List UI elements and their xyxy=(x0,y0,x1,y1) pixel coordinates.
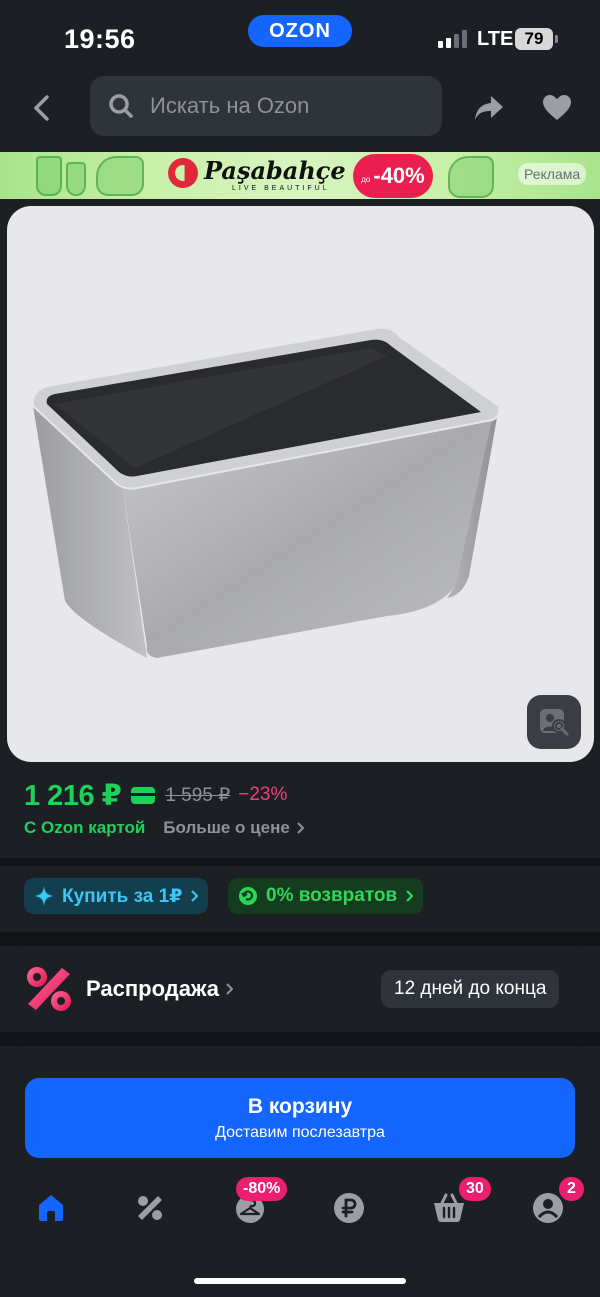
image-search-icon xyxy=(540,709,569,736)
home-indicator[interactable] xyxy=(194,1278,406,1284)
search-icon xyxy=(108,93,134,119)
glass-decoration xyxy=(36,156,62,196)
chevron-right-icon xyxy=(226,983,234,995)
visual-search-button[interactable] xyxy=(527,695,581,749)
back-button[interactable] xyxy=(24,90,60,126)
price-row: 1 216 ₽ 1 595 ₽ −23% xyxy=(24,778,287,812)
section-divider xyxy=(0,932,600,946)
section-divider xyxy=(0,858,600,866)
ad-brand-name: Paşabahçe xyxy=(204,156,346,185)
search-placeholder: Искать на Ozon xyxy=(150,93,310,118)
buy-for-1-ruble-chip[interactable]: Купить за 1₽ xyxy=(24,878,209,914)
basket-icon xyxy=(434,1193,464,1222)
share-icon xyxy=(475,96,503,120)
ad-brand-tagline: LIVE BEAUTIFUL xyxy=(232,185,330,192)
tab-finance[interactable] xyxy=(331,1190,367,1226)
ad-discount-value: -40% xyxy=(373,163,425,188)
add-to-cart-button[interactable]: В корзину Доставим послезавтра xyxy=(25,1078,575,1158)
percent-icon xyxy=(27,967,71,1011)
home-icon xyxy=(39,1195,63,1221)
chevron-right-icon xyxy=(191,890,199,902)
sale-section[interactable]: Распродажа 12 дней до конца xyxy=(0,946,600,1032)
discount-percent: −23% xyxy=(238,784,288,805)
clock: 19:56 xyxy=(64,24,136,54)
more-about-price-link[interactable]: Больше о цене xyxy=(163,818,304,838)
sale-countdown-badge: 12 дней до конца xyxy=(381,970,560,1008)
ozon-card-label: С Ozon картой xyxy=(24,818,146,837)
sale-title-label: Распродажа xyxy=(86,976,220,1001)
network-type: LTE xyxy=(477,28,514,50)
heart-icon xyxy=(543,95,571,120)
more-about-price-label: Больше о цене xyxy=(163,818,290,837)
return-icon xyxy=(238,886,258,906)
sparkle-icon xyxy=(34,886,54,906)
buy-for-1-ruble-label: Купить за 1₽ xyxy=(62,885,183,907)
chevron-right-icon xyxy=(406,890,414,902)
battery-tip xyxy=(555,35,558,43)
add-to-cart-label: В корзину xyxy=(247,1094,353,1118)
tab-home[interactable] xyxy=(33,1190,69,1226)
sale-title[interactable]: Распродажа xyxy=(86,976,234,1002)
ad-banner[interactable]: Paşabahçe LIVE BEAUTIFUL до -40% xyxy=(0,152,600,199)
signal-icon xyxy=(438,30,467,48)
zero-returns-chip[interactable]: 0% возвратов xyxy=(228,878,424,914)
promo-badge: -80% xyxy=(236,1177,288,1201)
tab-promo[interactable] xyxy=(132,1190,168,1226)
price-subline: С Ozon картой Больше о цене xyxy=(24,817,304,839)
product-image-card[interactable] xyxy=(7,206,594,762)
ozon-logo: OZON xyxy=(248,15,352,47)
product-image xyxy=(31,326,501,658)
search-input[interactable]: Искать на Ozon xyxy=(90,76,442,136)
profile-notification-badge: 2 xyxy=(559,1177,584,1201)
ruble-icon xyxy=(334,1193,364,1223)
jug-decoration xyxy=(448,156,494,198)
offers-section: Купить за 1₽ 0% возвратов xyxy=(0,866,600,932)
ad-discount-prefix: до xyxy=(361,174,371,184)
back-arrow-icon xyxy=(34,95,49,121)
current-price: 1 216 ₽ xyxy=(24,779,122,812)
favorite-button[interactable] xyxy=(538,90,576,126)
bottom-tab-bar xyxy=(0,1176,600,1240)
chevron-right-icon xyxy=(297,822,304,834)
profile-icon xyxy=(533,1193,563,1223)
percent-tab-icon xyxy=(138,1196,162,1220)
status-bar: 19:56 OZON LTE 79 xyxy=(0,0,600,74)
battery-icon: 79 xyxy=(515,28,553,50)
cart-count-badge: 30 xyxy=(459,1177,491,1201)
glass-decoration xyxy=(66,162,86,196)
jug-decoration xyxy=(96,156,144,196)
brand-logo xyxy=(168,158,198,188)
ad-label: Реклама xyxy=(518,163,587,185)
share-button[interactable] xyxy=(470,90,508,126)
top-navigation-bar: Искать на Ozon xyxy=(0,74,600,138)
section-divider xyxy=(0,1032,600,1046)
delivery-label: Доставим послезавтра xyxy=(215,1123,385,1141)
old-price: 1 595 ₽ xyxy=(165,784,231,806)
ozon-card-icon xyxy=(131,786,156,804)
zero-returns-label: 0% возвратов xyxy=(266,885,398,906)
ad-discount-badge: до -40% xyxy=(353,154,433,198)
